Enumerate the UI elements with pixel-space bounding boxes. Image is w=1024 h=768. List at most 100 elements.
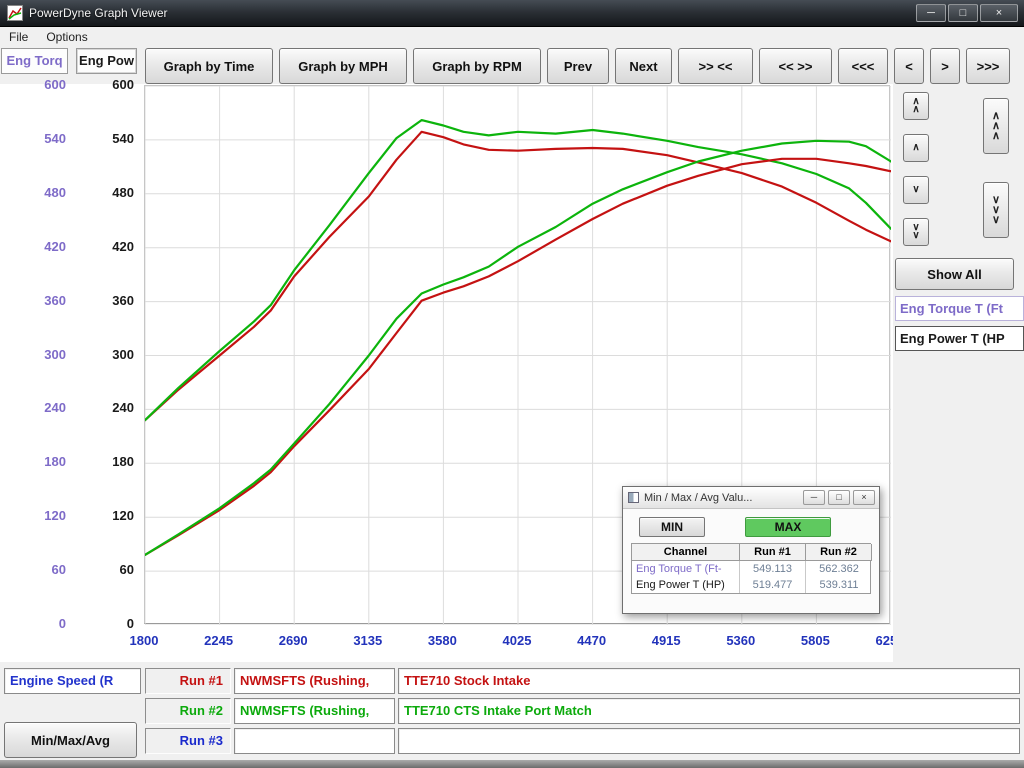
minmax-minimize-button[interactable]: ─ (803, 490, 825, 505)
y-tick-label-power: 300 (72, 347, 134, 362)
run1-label[interactable]: Run #1 (145, 668, 231, 694)
x-tick-label: 2245 (184, 633, 254, 648)
x-channel-field[interactable]: Engine Speed (R (4, 668, 141, 694)
x-tick-label: 5805 (780, 633, 850, 648)
run3-label[interactable]: Run #3 (145, 728, 231, 754)
channel-name: Eng Torque T (Ft- (632, 561, 740, 577)
y-tick-label-torque: 180 (0, 454, 66, 469)
axis-tab-eng-power[interactable]: Eng Pow (76, 48, 137, 74)
run2-description-field[interactable]: TTE710 CTS Intake Port Match (398, 698, 1020, 724)
x-tick-label: 1800 (109, 633, 179, 648)
y-expand-up-button[interactable]: ∧ ∧ ∧ (983, 98, 1009, 154)
scroll-left-button[interactable]: < (894, 48, 924, 84)
graph-by-mph-button[interactable]: Graph by MPH (279, 48, 407, 84)
title-bar: PowerDyne Graph Viewer ─ □ × (0, 0, 1024, 27)
minmax-window-title: Min / Max / Avg Valu... (644, 492, 803, 504)
chevron-up-icon: ∧ (912, 144, 919, 152)
x-tick-label: 4915 (631, 633, 701, 648)
window-title: PowerDyne Graph Viewer (29, 6, 168, 20)
minmax-window-controls: ─ □ × (803, 490, 875, 505)
prev-button[interactable]: Prev (547, 48, 609, 84)
scroll-far-right-button[interactable]: >>> (966, 48, 1010, 84)
header-channel: Channel (632, 544, 740, 561)
minmax-table: Channel Run #1 Run #2 Eng Torque T (Ft- … (631, 543, 871, 594)
run3-description-field[interactable] (398, 728, 1020, 754)
chevron-up-icon: ∧ (912, 106, 919, 114)
x-tick-label: 3135 (333, 633, 403, 648)
minmax-window-icon (628, 492, 639, 503)
zoom-out-button[interactable]: << >> (759, 48, 832, 84)
max-toggle-button[interactable]: MAX (745, 517, 831, 537)
y-tick-label-power: 600 (72, 77, 134, 92)
min-toggle-button[interactable]: MIN (639, 517, 705, 537)
chevron-up-icon: ∧ (992, 131, 1000, 141)
minmax-table-header: Channel Run #1 Run #2 (632, 544, 870, 561)
toolbar: Graph by Time Graph by MPH Graph by RPM … (145, 48, 1010, 84)
y-tick-label-power: 420 (72, 239, 134, 254)
scroll-far-left-button[interactable]: <<< (838, 48, 888, 84)
menu-bar: File Options (0, 27, 1024, 47)
y-scroll-down-button[interactable]: ∨ (903, 176, 929, 204)
zoom-in-button[interactable]: >> << (678, 48, 753, 84)
max-value-run2: 562.362 (806, 561, 872, 577)
y-tick-label-torque: 120 (0, 508, 66, 523)
window-controls: ─ □ × (916, 4, 1018, 22)
y-tick-label-torque: 0 (0, 616, 66, 631)
run1-description-field[interactable]: TTE710 Stock Intake (398, 668, 1020, 694)
scroll-right-button[interactable]: > (930, 48, 960, 84)
y-tick-label-torque: 480 (0, 185, 66, 200)
minmax-close-button[interactable]: × (853, 490, 875, 505)
bottom-panel: Engine Speed (R Run #1 NWMSFTS (Rushing,… (0, 662, 1024, 760)
x-tick-label: 2690 (258, 633, 328, 648)
maximize-button[interactable]: □ (948, 4, 978, 22)
minmaxavg-button[interactable]: Min/Max/Avg (4, 722, 137, 758)
legend-item-torque[interactable]: Eng Torque T (Ft (895, 296, 1024, 321)
graph-by-rpm-button[interactable]: Graph by RPM (413, 48, 541, 84)
y-tick-label-torque: 60 (0, 562, 66, 577)
x-tick-label: 3580 (407, 633, 477, 648)
close-button[interactable]: × (980, 4, 1018, 22)
run2-operator-field[interactable]: NWMSFTS (Rushing, (234, 698, 395, 724)
show-all-button[interactable]: Show All (895, 258, 1014, 290)
y-scroll-up-button[interactable]: ∧ (903, 134, 929, 162)
run3-operator-field[interactable] (234, 728, 395, 754)
run2-label[interactable]: Run #2 (145, 698, 231, 724)
minmax-restore-button[interactable]: □ (828, 490, 850, 505)
graph-by-time-button[interactable]: Graph by Time (145, 48, 273, 84)
y-zoom-down-button[interactable]: ∨ ∨ (903, 218, 929, 246)
y-expand-down-button[interactable]: ∨ ∨ ∨ (983, 182, 1009, 238)
table-row: Eng Power T (HP) 519.477 539.311 (632, 577, 870, 593)
header-run2: Run #2 (806, 544, 872, 561)
x-tick-label: 5360 (706, 633, 776, 648)
y-tick-label-power: 360 (72, 293, 134, 308)
minmax-window: Min / Max / Avg Valu... ─ □ × MIN MAX Ch… (622, 486, 880, 614)
next-button[interactable]: Next (615, 48, 672, 84)
max-value-run1: 519.477 (740, 577, 806, 593)
x-tick-label: 4025 (482, 633, 552, 648)
y-tick-label-power: 540 (72, 131, 134, 146)
y-zoom-up-button[interactable]: ∧ ∧ (903, 92, 929, 120)
y-tick-label-power: 240 (72, 400, 134, 415)
y-tick-label-torque: 300 (0, 347, 66, 362)
axis-tab-eng-torque[interactable]: Eng Torq (1, 48, 68, 74)
y-tick-label-torque: 240 (0, 400, 66, 415)
chevron-down-icon: ∨ (912, 232, 919, 240)
y-tick-label-torque: 360 (0, 293, 66, 308)
window-bottom-edge (0, 760, 1024, 768)
y-tick-label-power: 120 (72, 508, 134, 523)
max-value-run1: 549.113 (740, 561, 806, 577)
table-row: Eng Torque T (Ft- 549.113 562.362 (632, 561, 870, 577)
minimize-button[interactable]: ─ (916, 4, 946, 22)
channel-name: Eng Power T (HP) (632, 577, 740, 593)
menu-file[interactable]: File (0, 28, 37, 46)
menu-options[interactable]: Options (37, 28, 96, 46)
powerdyne-window: PowerDyne Graph Viewer ─ □ × File Option… (0, 0, 1024, 768)
x-axis-rpm: 1800224526903135358040254470491553605805… (0, 633, 893, 653)
y-tick-label-power: 60 (72, 562, 134, 577)
legend-item-power[interactable]: Eng Power T (HP (895, 326, 1024, 351)
minmax-title-bar[interactable]: Min / Max / Avg Valu... ─ □ × (623, 487, 879, 509)
run1-operator-field[interactable]: NWMSFTS (Rushing, (234, 668, 395, 694)
header-run1: Run #1 (740, 544, 806, 561)
max-value-run2: 539.311 (806, 577, 872, 593)
y-tick-label-torque: 600 (0, 77, 66, 92)
